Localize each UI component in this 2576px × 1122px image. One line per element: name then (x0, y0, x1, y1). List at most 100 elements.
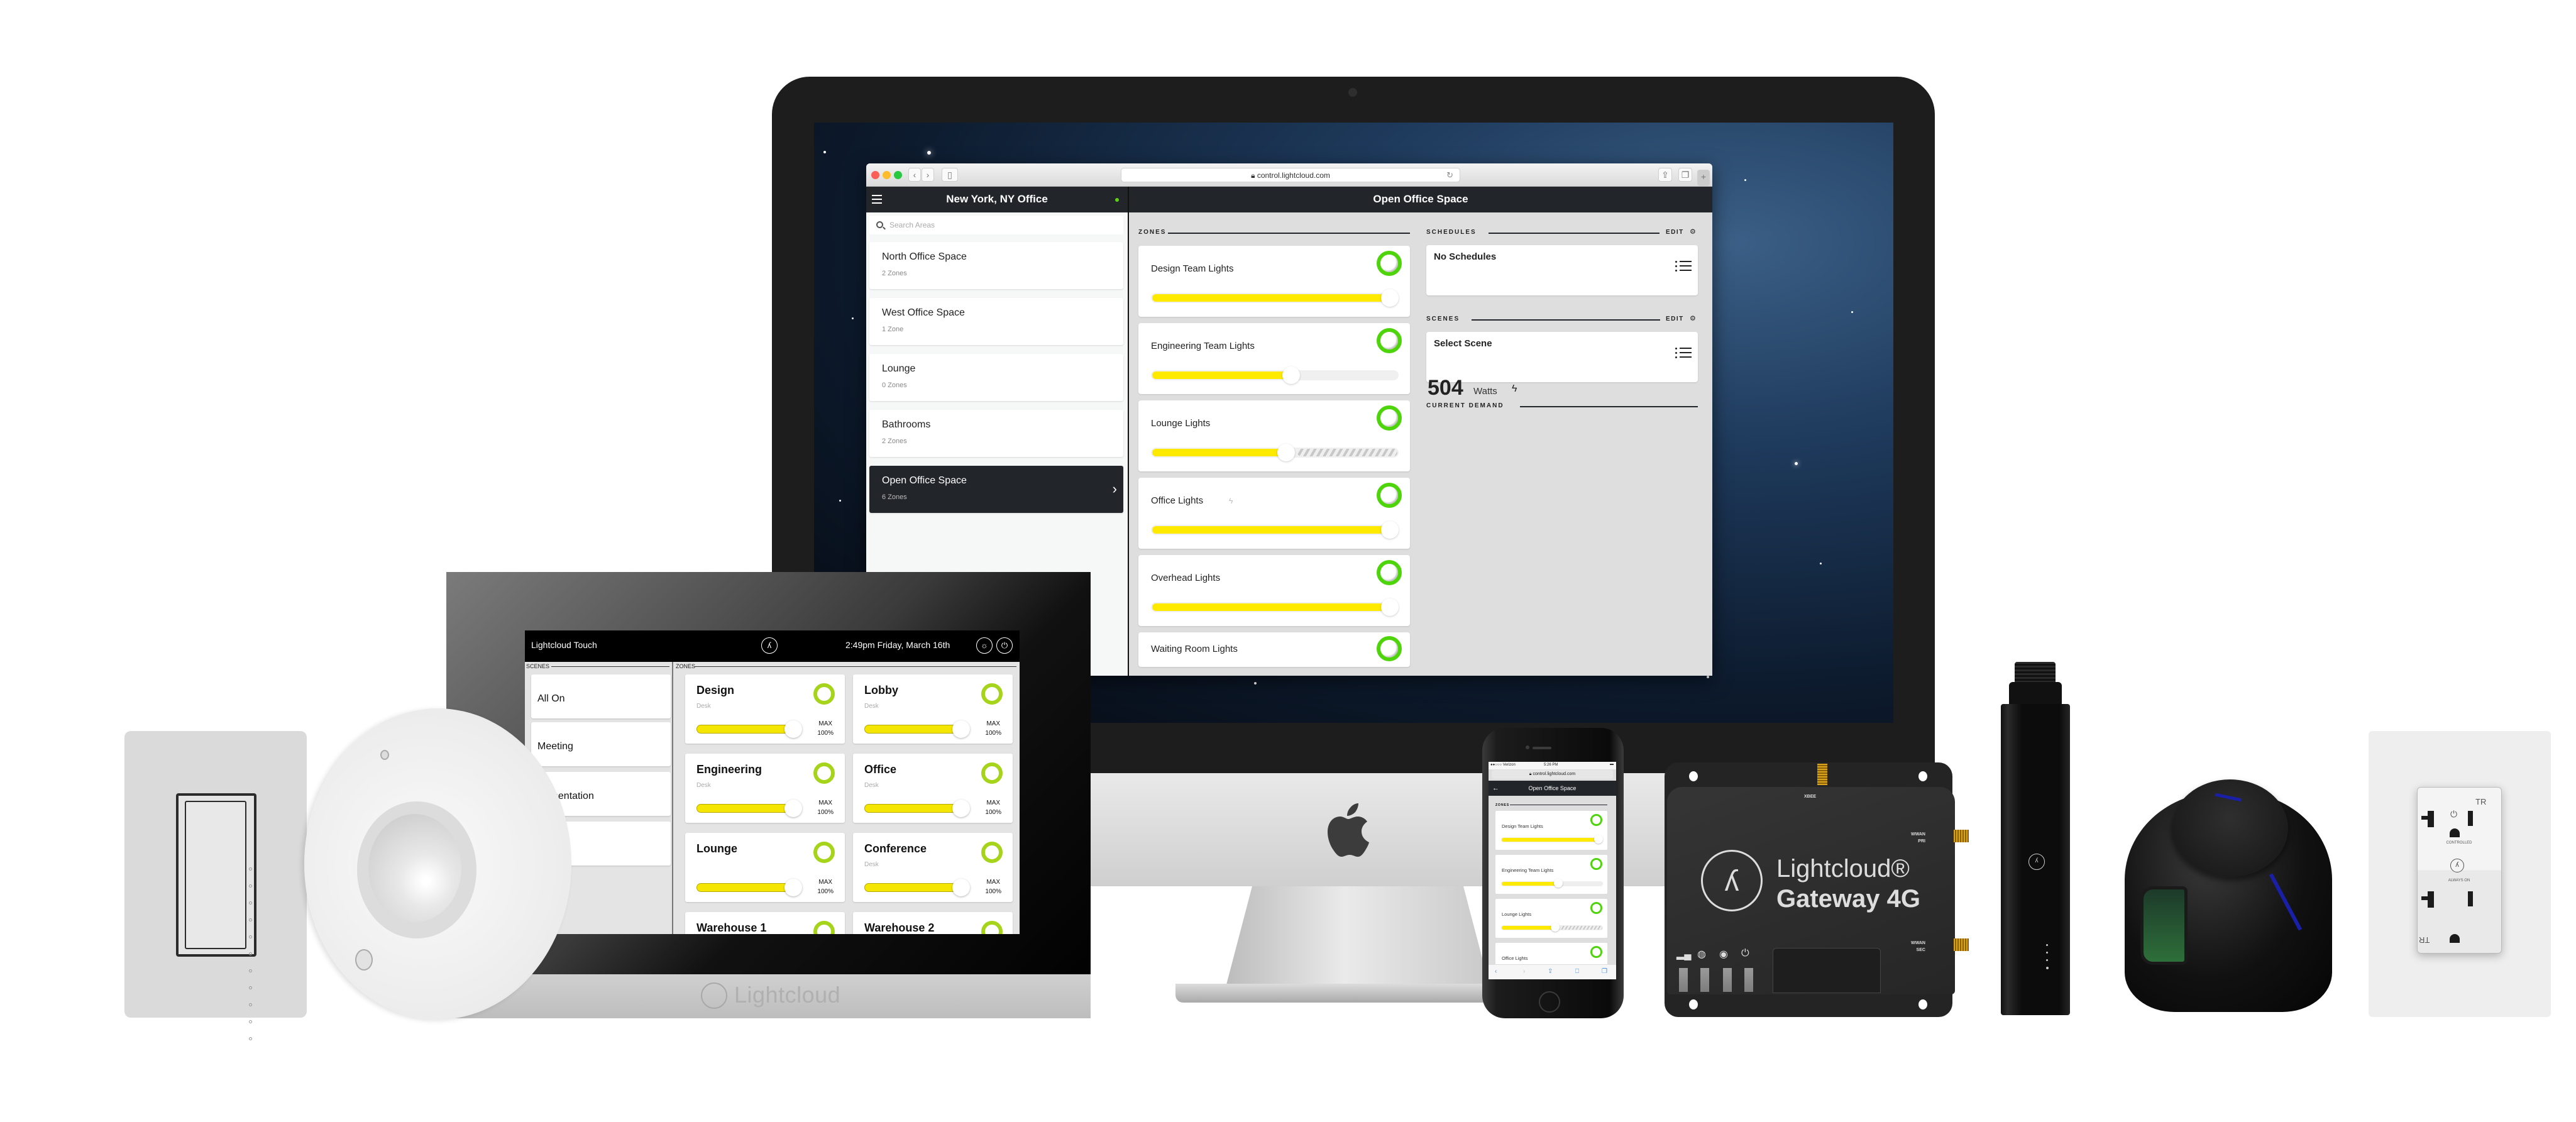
forward-icon[interactable]: › (1523, 968, 1525, 975)
scene-button[interactable]: All On (531, 674, 671, 718)
slider-handle[interactable] (1553, 879, 1563, 888)
brightness-slider[interactable] (1151, 521, 1399, 539)
zone-power-toggle[interactable] (1377, 405, 1402, 431)
zone-power-toggle[interactable] (981, 683, 1003, 705)
phone-address-bar[interactable]: 🔒︎ control.lightcloud.com (1492, 770, 1613, 779)
zone-power-toggle[interactable] (981, 921, 1003, 934)
slider-handle[interactable] (952, 720, 970, 738)
zone-power-toggle[interactable] (981, 842, 1003, 863)
touch-zone-card[interactable]: Lounge MAX 100% (685, 833, 845, 902)
touch-zone-card[interactable]: Lobby Desk MAX 100% (853, 674, 1013, 744)
zone-power-toggle[interactable] (1590, 902, 1602, 914)
brightness-slider[interactable] (1151, 289, 1399, 307)
close-window-button[interactable] (871, 171, 879, 179)
tabs-icon[interactable]: ❐ (1678, 168, 1692, 182)
gear-icon[interactable]: ⚙ (1690, 228, 1696, 236)
slider-handle[interactable] (784, 720, 802, 738)
list-icon[interactable] (1675, 260, 1692, 273)
zone-power-toggle[interactable] (1377, 251, 1402, 276)
slider-handle[interactable] (784, 879, 802, 896)
zone-power-toggle[interactable] (813, 921, 835, 934)
share-icon[interactable]: ⇪ (1658, 168, 1672, 182)
slider-handle[interactable] (952, 800, 970, 817)
zone-power-toggle[interactable] (1590, 946, 1602, 958)
zone-power-toggle[interactable] (1377, 483, 1402, 508)
brightness-slider[interactable] (864, 725, 965, 734)
schedules-card[interactable]: No Schedules (1426, 245, 1698, 295)
zone-power-toggle[interactable] (1377, 560, 1402, 585)
edit-scenes-button[interactable]: EDIT (1666, 316, 1684, 322)
zone-card[interactable]: Lounge Lights (1138, 400, 1410, 471)
phone-zone-card[interactable]: Design Team Lights (1495, 811, 1607, 850)
touch-zone-card[interactable]: Office Desk MAX 100% (853, 754, 1013, 823)
zone-power-toggle[interactable] (981, 762, 1003, 784)
bookmarks-icon[interactable]: ⎕ (1575, 968, 1579, 975)
slider-handle[interactable] (1551, 923, 1560, 932)
zone-power-toggle[interactable] (1377, 636, 1402, 661)
area-item[interactable]: North Office Space 2 Zones (869, 242, 1123, 289)
slider-handle[interactable] (784, 800, 802, 817)
zone-card[interactable]: Overhead Lights (1138, 555, 1410, 626)
brightness-slider[interactable] (696, 804, 797, 813)
brightness-slider[interactable] (864, 883, 965, 892)
brightness-slider[interactable] (1151, 598, 1399, 616)
zone-card[interactable]: Office Lights ϟ (1138, 478, 1410, 549)
brightness-slider[interactable] (1501, 923, 1603, 932)
brightness-slider[interactable] (1501, 879, 1603, 888)
site-title[interactable]: New York, NY Office (866, 193, 1128, 206)
brightness-slider[interactable] (1151, 366, 1399, 384)
brightness-icon[interactable]: ☼ (976, 637, 993, 654)
touch-zone-card[interactable]: Design Desk MAX 100% (685, 674, 845, 744)
slider-handle[interactable] (1277, 444, 1295, 461)
back-icon[interactable]: ‹ (1495, 968, 1497, 975)
lightcloud-logo-icon[interactable]: ʎ (761, 637, 778, 654)
minimize-window-button[interactable] (883, 171, 891, 179)
area-item[interactable]: Bathrooms 2 Zones (869, 410, 1123, 457)
touch-zone-card[interactable]: Warehouse 1 (685, 912, 845, 934)
touch-zone-card[interactable]: Conference Desk MAX 100% (853, 833, 1013, 902)
brightness-slider[interactable] (696, 725, 797, 734)
back-button[interactable]: ‹ (908, 168, 921, 182)
brightness-slider[interactable] (1501, 835, 1603, 844)
phone-zone-card[interactable]: Lounge Lights (1495, 899, 1607, 938)
new-tab-button[interactable]: + (1697, 170, 1710, 186)
list-icon[interactable] (1675, 347, 1692, 360)
zone-power-toggle[interactable] (1590, 858, 1602, 870)
sidebar-toggle-icon[interactable]: ▯ (942, 168, 958, 182)
scene-select-card[interactable]: Select Scene (1426, 332, 1698, 382)
brightness-slider[interactable] (1151, 444, 1399, 461)
phone-zone-card[interactable]: Engineering Team Lights (1495, 855, 1607, 894)
touch-zone-card[interactable]: Warehouse 2 (853, 912, 1013, 934)
zone-card[interactable]: Design Team Lights (1138, 246, 1410, 317)
zone-card[interactable]: Engineering Team Lights (1138, 323, 1410, 394)
brightness-slider[interactable] (696, 883, 797, 892)
slider-handle[interactable] (1381, 598, 1399, 616)
power-icon[interactable]: ⏻ (996, 637, 1013, 654)
touch-zone-card[interactable]: Engineering Desk MAX 100% (685, 754, 845, 823)
area-item[interactable]: Lounge 0 Zones (869, 354, 1123, 401)
brightness-slider[interactable] (864, 804, 965, 813)
gear-icon[interactable]: ⚙ (1690, 314, 1696, 322)
scene-button[interactable]: Meeting (531, 722, 671, 766)
search-areas-input[interactable]: Search Areas (869, 216, 1123, 234)
zone-power-toggle[interactable] (813, 762, 835, 784)
slider-handle[interactable] (1381, 521, 1399, 539)
forward-button[interactable]: › (922, 168, 934, 182)
slider-handle[interactable] (1282, 366, 1300, 384)
edit-schedules-button[interactable]: EDIT (1666, 229, 1684, 236)
zone-card[interactable]: Waiting Room Lights (1138, 632, 1410, 667)
zone-power-toggle[interactable] (1377, 328, 1402, 353)
slider-handle[interactable] (1594, 835, 1603, 844)
slider-handle[interactable] (1381, 289, 1399, 307)
area-item[interactable]: West Office Space 1 Zone (869, 298, 1123, 345)
share-icon[interactable]: ⇪ (1548, 968, 1553, 975)
maximize-window-button[interactable] (894, 171, 902, 179)
zone-power-toggle[interactable] (813, 842, 835, 863)
zone-power-toggle[interactable] (1590, 814, 1602, 826)
area-item-active[interactable]: Open Office Space 6 Zones › (869, 466, 1123, 513)
zone-power-toggle[interactable] (813, 683, 835, 705)
back-arrow-icon[interactable]: ← (1492, 781, 1499, 796)
address-bar[interactable]: 🔒︎ control.lightcloud.com ↻ (1121, 168, 1460, 182)
slider-handle[interactable] (952, 879, 970, 896)
reload-icon[interactable]: ↻ (1446, 168, 1453, 182)
